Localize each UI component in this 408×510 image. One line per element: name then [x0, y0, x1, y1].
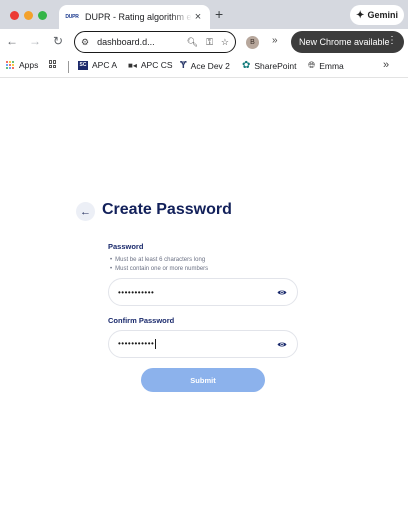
bookmarks-overflow-icon[interactable]: »: [383, 59, 389, 71]
bookmarks-divider: [68, 61, 69, 73]
sharepoint-logo-icon: ✿: [242, 60, 251, 71]
bookmark-apc-cs-label: APC CS: [140, 60, 173, 70]
gemini-label: Gemini: [367, 10, 398, 20]
password-value: •••••••••••: [118, 287, 155, 297]
bookmark-apps[interactable]: Apps: [6, 60, 38, 70]
video-camera-icon: ■◂: [128, 60, 137, 70]
confirm-password-value-wrap: •••••••••••: [118, 339, 297, 349]
bookmark-tab-groups[interactable]: [49, 60, 57, 68]
globe-icon: 🌐︎: [308, 60, 316, 70]
requirement-item: Must be at least 6 characters long: [110, 256, 208, 265]
bookmark-apc-a-label: APC A: [92, 60, 118, 70]
browser-tab[interactable]: DUPR DUPR - Rating algorithm engine ×: [59, 5, 210, 29]
gemini-sparkle-icon: ✦: [356, 9, 365, 21]
submit-button[interactable]: Submit: [141, 368, 265, 392]
window-minimize-button[interactable]: [24, 11, 33, 20]
apps-grid-icon: [6, 60, 15, 70]
password-label: Password: [108, 242, 144, 251]
password-requirements: Must be at least 6 characters long Must …: [110, 256, 208, 273]
dupr-favicon-icon: DUPR: [65, 14, 79, 20]
confirm-password-label: Confirm Password: [108, 316, 175, 325]
tab-groups-icon: [49, 60, 57, 68]
bookmark-apps-label: Apps: [19, 60, 39, 70]
reload-icon[interactable]: ↻: [53, 34, 63, 48]
password-key-icon[interactable]: ⚿: [206, 37, 213, 48]
back-arrow-icon[interactable]: ←: [6, 34, 18, 48]
requirement-item: Must contain one or more numbers: [110, 265, 208, 274]
bookmark-emma[interactable]: 🌐︎ Emma: [308, 60, 344, 71]
bookmark-ace-dev-label: Ace Dev 2: [190, 60, 230, 71]
url-text: dashboard.d...: [97, 37, 155, 47]
back-button[interactable]: ←: [76, 202, 95, 221]
password-field[interactable]: •••••••••••: [108, 278, 298, 306]
window-close-button[interactable]: [10, 11, 19, 20]
zoom-icon[interactable]: 🔍︎: [187, 37, 198, 48]
forward-arrow-icon[interactable]: →: [29, 34, 41, 48]
confirm-password-value: •••••••••••: [118, 339, 155, 349]
confirm-password-field[interactable]: •••••••••••: [108, 330, 298, 358]
bookmark-star-icon[interactable]: ☆: [221, 37, 229, 48]
text-caret: [155, 339, 157, 349]
update-label: New Chrome available: [299, 37, 390, 47]
sc-logo-icon: SC: [78, 60, 88, 70]
bookmark-ace-dev[interactable]: Ɏ Ace Dev 2: [180, 60, 230, 71]
bookmark-sharepoint[interactable]: ✿ SharePoint: [242, 60, 296, 71]
page-title: Create Password: [102, 201, 232, 218]
profile-avatar[interactable]: B: [246, 36, 259, 49]
bookmark-apc-a[interactable]: SC APC A: [78, 60, 117, 70]
site-settings-icon[interactable]: ⚙: [81, 37, 89, 48]
new-tab-icon[interactable]: +: [215, 6, 223, 22]
window-maximize-button[interactable]: [38, 11, 47, 20]
bookmarks-bar: Apps SC APC A ■◂ APC CS Ɏ Ace Dev 2 ✿ Sh…: [0, 56, 408, 78]
browser-toolbar: ← → ↻ ⚙ dashboard.d... 🔍︎ ⚿ ☆ B » New Ch…: [0, 29, 408, 56]
eye-icon[interactable]: [277, 288, 287, 297]
tab-close-icon[interactable]: ×: [192, 11, 204, 23]
window-titlebar: DUPR DUPR - Rating algorithm engine × + …: [0, 0, 408, 29]
more-menu-icon[interactable]: ⋮: [387, 35, 397, 46]
gemini-button[interactable]: ✦ Gemini: [350, 5, 404, 25]
bookmark-sharepoint-label: SharePoint: [254, 60, 297, 71]
ace-logo-icon: Ɏ: [180, 60, 187, 71]
chrome-update-button[interactable]: New Chrome available ⋮: [291, 31, 404, 53]
tab-title: DUPR - Rating algorithm engine: [85, 12, 192, 22]
extensions-chevron-icon[interactable]: »: [272, 35, 277, 46]
bookmark-emma-label: Emma: [319, 60, 344, 71]
arrow-left-icon: ←: [80, 205, 91, 218]
eye-icon[interactable]: [277, 340, 287, 349]
address-bar[interactable]: ⚙ dashboard.d... 🔍︎ ⚿ ☆: [74, 31, 236, 53]
bookmark-apc-cs[interactable]: ■◂ APC CS: [128, 60, 173, 70]
